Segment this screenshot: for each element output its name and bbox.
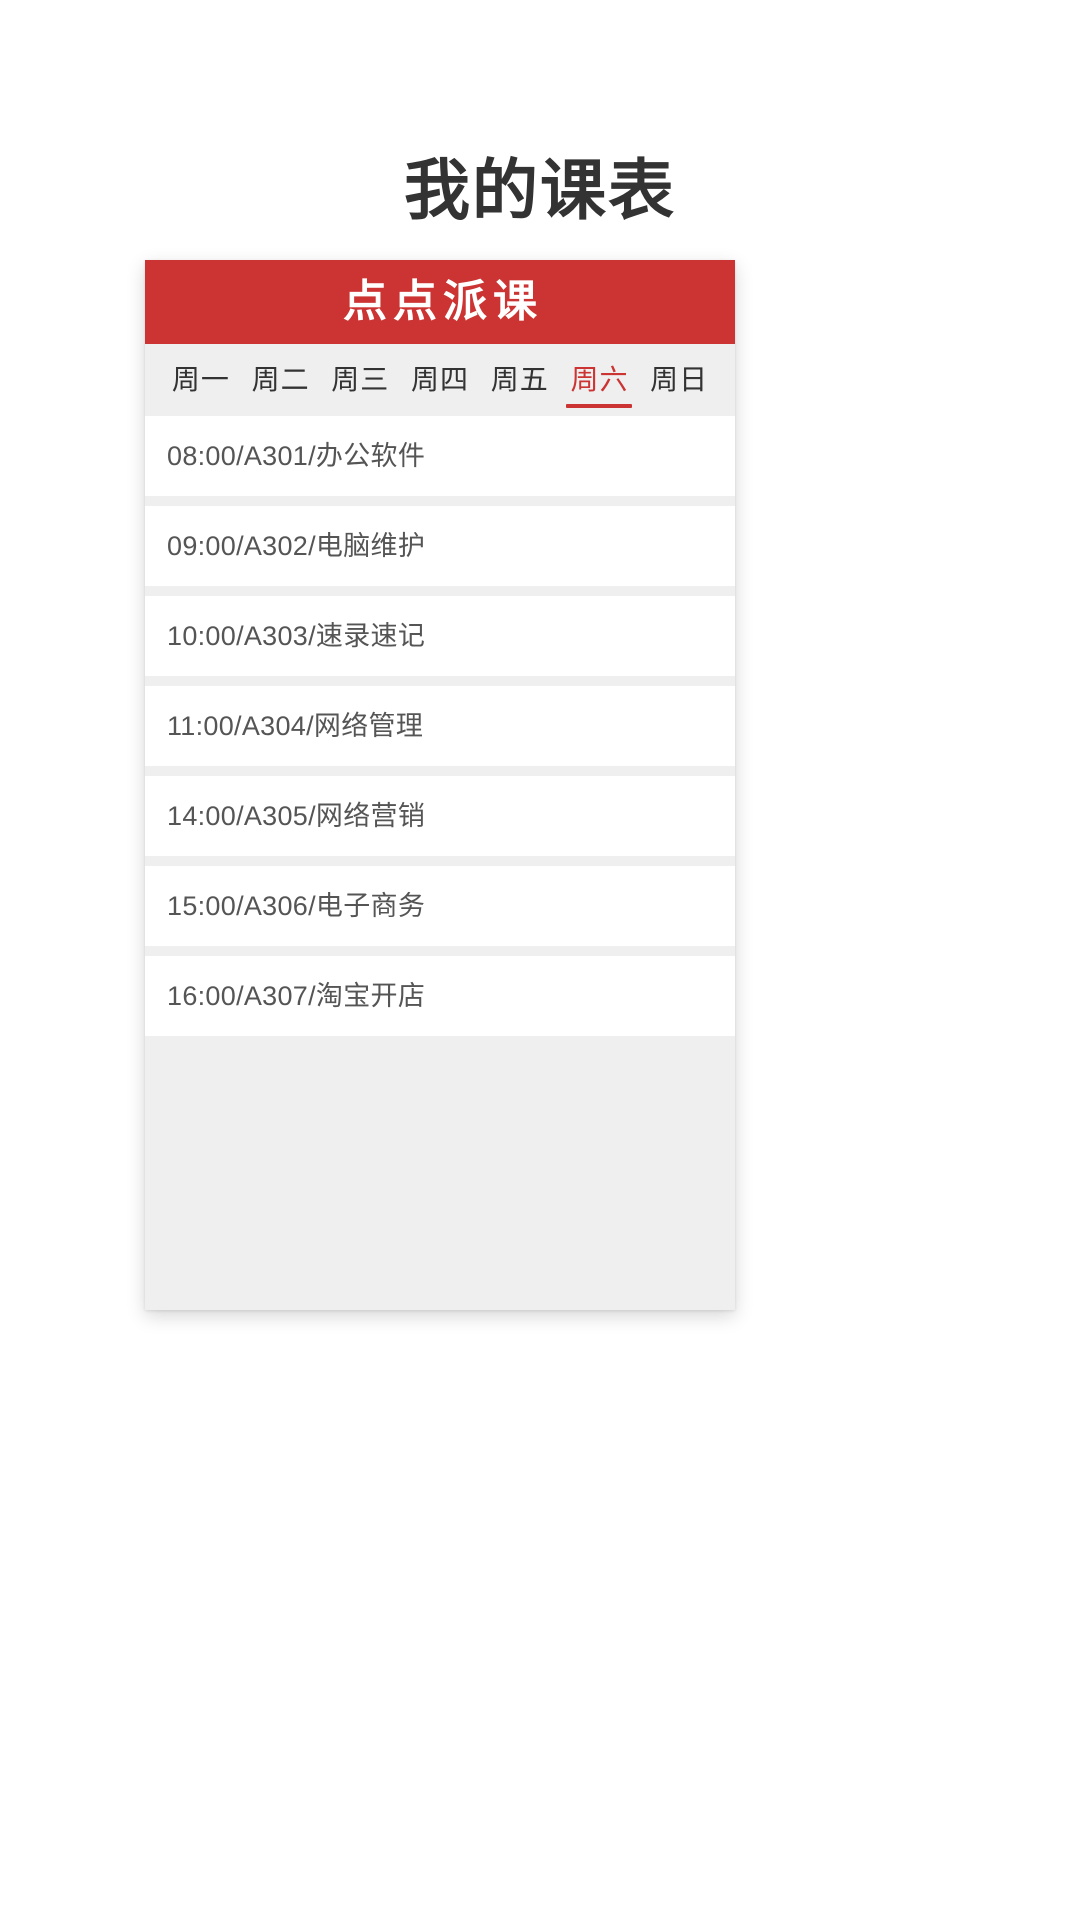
course-row[interactable]: 16:00/A307/淘宝开店	[145, 956, 735, 1036]
tab-label: 周四	[411, 364, 470, 395]
course-row-text: 10:00/A303/速录速记	[167, 621, 426, 651]
course-row[interactable]: 15:00/A306/电子商务	[145, 866, 735, 946]
course-row-text: 11:00/A304/网络管理	[167, 711, 424, 741]
tab-label: 周六	[570, 364, 629, 395]
tab-label: 周二	[251, 364, 310, 395]
tab-label: 周一	[171, 364, 230, 395]
tab-active-underline	[566, 404, 633, 408]
tab-friday[interactable]: 周五	[480, 344, 560, 416]
page-title: 我的课表	[404, 153, 676, 228]
schedule-card: 点点派课 周一 周二 周三 周四 周五 周六 周日 08:00/A301/办公软…	[145, 260, 735, 1310]
tab-tuesday[interactable]: 周二	[241, 344, 321, 416]
course-row[interactable]: 11:00/A304/网络管理	[145, 686, 735, 766]
course-row[interactable]: 10:00/A303/速录速记	[145, 596, 735, 676]
course-list: 08:00/A301/办公软件 09:00/A302/电脑维护 10:00/A3…	[145, 416, 735, 1310]
course-row-text: 08:00/A301/办公软件	[167, 441, 426, 471]
course-list-empty-area	[145, 1046, 735, 1310]
weekday-tab-bar: 周一 周二 周三 周四 周五 周六 周日	[145, 344, 735, 416]
course-row-text: 09:00/A302/电脑维护	[167, 531, 426, 561]
brand-title: 点点派课	[343, 277, 543, 326]
tab-monday[interactable]: 周一	[161, 344, 241, 416]
course-row-text: 16:00/A307/淘宝开店	[167, 981, 426, 1011]
tab-sunday[interactable]: 周日	[639, 344, 719, 416]
tab-thursday[interactable]: 周四	[400, 344, 480, 416]
course-row[interactable]: 08:00/A301/办公软件	[145, 416, 735, 496]
course-row[interactable]: 14:00/A305/网络营销	[145, 776, 735, 856]
course-row-text: 15:00/A306/电子商务	[167, 891, 426, 921]
course-row-text: 14:00/A305/网络营销	[167, 801, 426, 831]
course-row[interactable]: 09:00/A302/电脑维护	[145, 506, 735, 586]
tab-saturday[interactable]: 周六	[560, 344, 640, 416]
tab-wednesday[interactable]: 周三	[320, 344, 400, 416]
tab-label: 周日	[650, 364, 709, 395]
tab-label: 周五	[490, 364, 549, 395]
tab-label: 周三	[331, 364, 390, 395]
brand-header: 点点派课	[145, 260, 735, 344]
